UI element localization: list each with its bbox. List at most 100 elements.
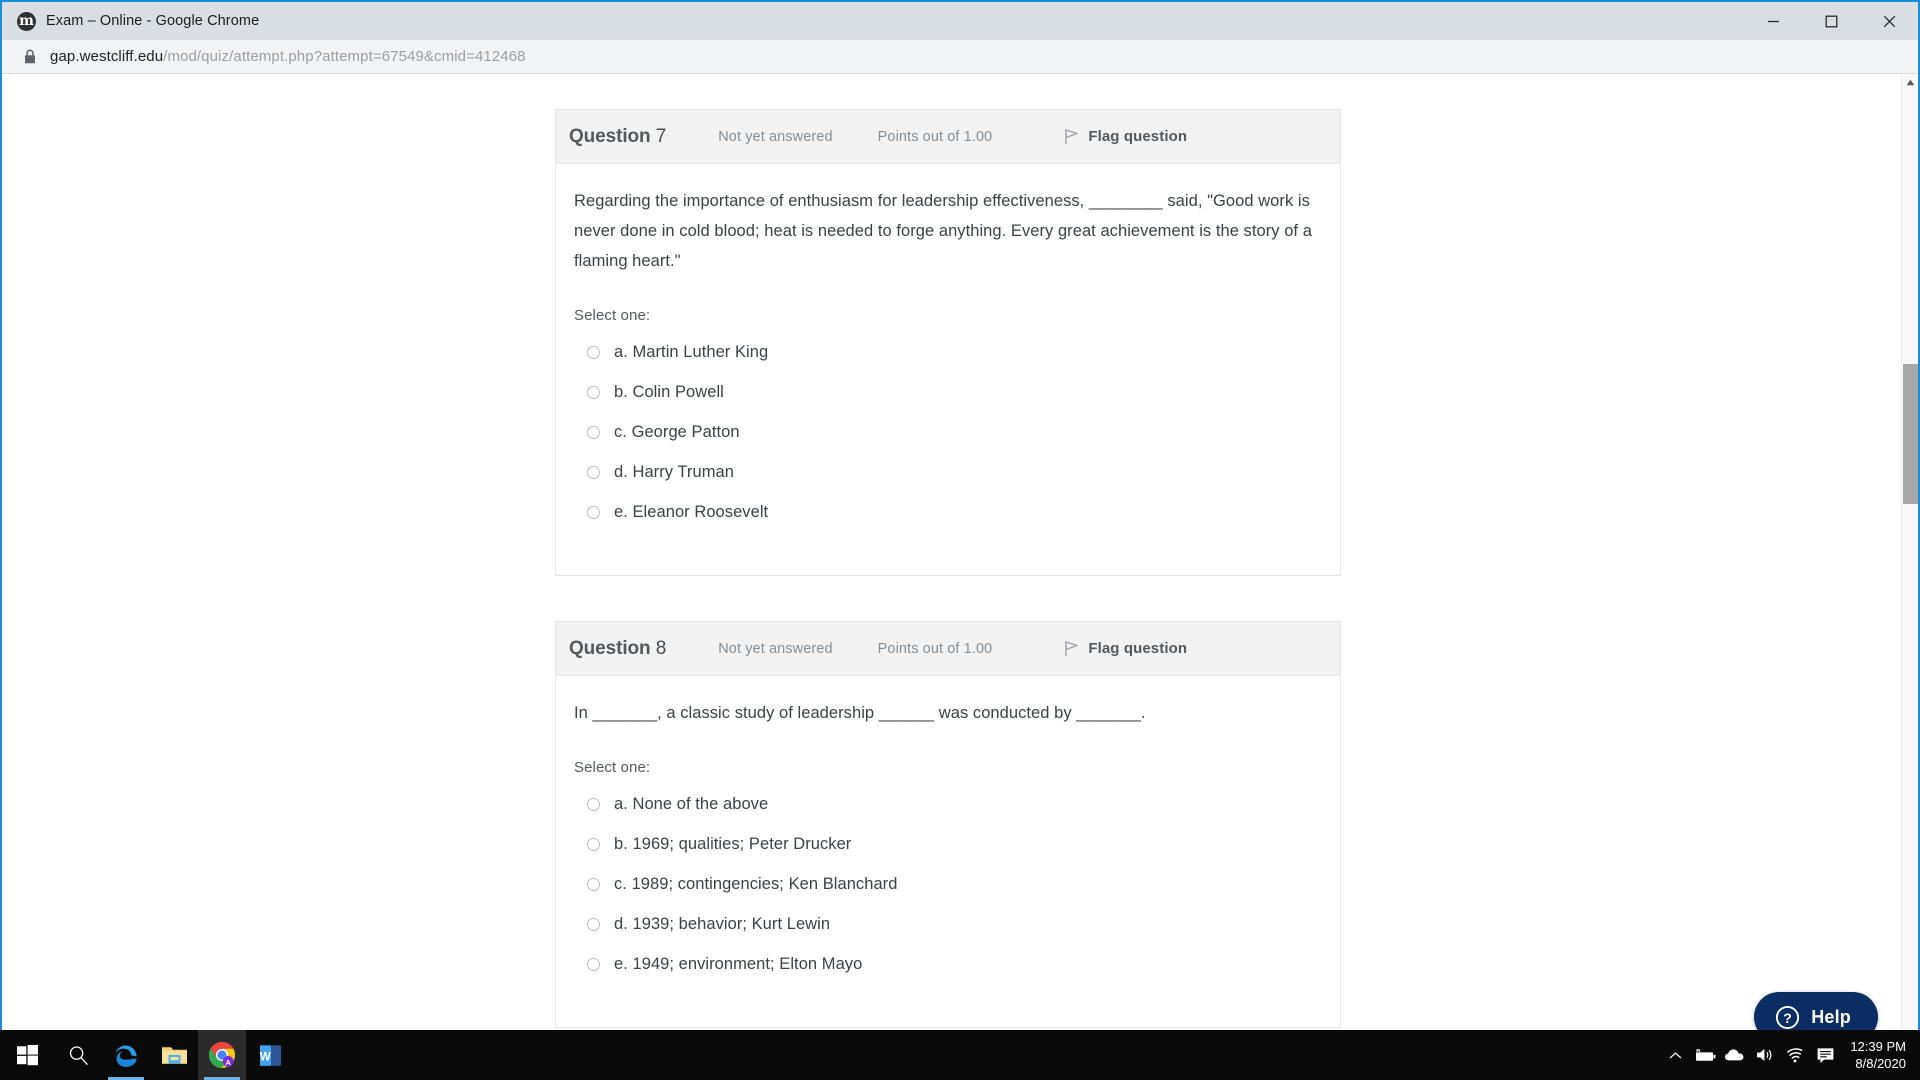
page-viewport: Question 7 Not yet answered Points out o…	[2, 74, 1918, 1080]
question-text: In _______, a classic study of leadershi…	[574, 704, 1146, 722]
flag-question-button[interactable]: Flag question	[1063, 128, 1187, 145]
address-bar[interactable]: gap.westcliff.edu/mod/quiz/attempt.php?a…	[2, 40, 1918, 74]
flag-question-button[interactable]: Flag question	[1063, 640, 1187, 657]
svg-text:W: W	[259, 1051, 270, 1063]
browser-window: m Exam – Online - Google Chrome gap.west…	[0, 0, 1920, 1080]
radio-button[interactable]	[587, 506, 600, 519]
question-text: Regarding the importance of enthusiasm f…	[574, 192, 1312, 270]
close-button[interactable]	[1860, 2, 1918, 40]
scrollbar-thumb[interactable]	[1903, 364, 1918, 504]
question-body: In _______, a classic study of leadershi…	[556, 676, 1340, 1027]
clock-date: 8/8/2020	[1855, 1056, 1906, 1071]
answer-options: a. None of the above b. 1969; qualities;…	[574, 793, 1314, 975]
svg-text:?: ?	[1783, 1010, 1792, 1026]
wifi-icon[interactable]	[1780, 1030, 1810, 1080]
url-text[interactable]: gap.westcliff.edu/mod/quiz/attempt.php?a…	[50, 48, 526, 65]
question-state: Not yet answered	[718, 640, 833, 657]
scroll-up-arrow[interactable]	[1902, 74, 1918, 91]
windows-logo-icon	[16, 1044, 38, 1065]
radio-button[interactable]	[587, 958, 600, 971]
answer-option[interactable]: e. Eleanor Roosevelt	[574, 501, 1314, 523]
question-body: Regarding the importance of enthusiasm f…	[556, 164, 1340, 575]
question-state: Not yet answered	[718, 128, 833, 145]
radio-button[interactable]	[587, 878, 600, 891]
question-header: Question 7 Not yet answered Points out o…	[556, 110, 1340, 164]
lock-icon	[24, 49, 36, 64]
answer-option[interactable]: e. 1949; environment; Elton Mayo	[574, 953, 1314, 975]
minimize-button[interactable]	[1744, 2, 1802, 40]
question-number: Question 8	[569, 637, 667, 659]
answer-option[interactable]: c. 1989; contingencies; Ken Blanchard	[574, 873, 1314, 895]
radio-button[interactable]	[587, 386, 600, 399]
clock-time: 12:39 PM	[1850, 1039, 1906, 1054]
page-content: Question 7 Not yet answered Points out o…	[2, 74, 1901, 1080]
notification-icon[interactable]	[1810, 1030, 1840, 1080]
answer-option-label: a. Martin Luther King	[614, 343, 769, 361]
answer-option[interactable]: d. Harry Truman	[574, 461, 1314, 483]
answer-option-label: c. George Patton	[614, 423, 740, 441]
edge-icon	[115, 1045, 137, 1067]
chevron-up-icon[interactable]	[1660, 1030, 1690, 1080]
folder-icon	[161, 1047, 187, 1064]
select-one-label: Select one:	[574, 307, 651, 324]
radio-button[interactable]	[587, 426, 600, 439]
taskbar-search-button[interactable]	[54, 1030, 102, 1080]
answer-option-label: e. Eleanor Roosevelt	[614, 503, 769, 521]
question-circle-icon: ?	[1776, 1005, 1800, 1029]
help-button-label: Help	[1811, 1006, 1851, 1027]
title-bar: m Exam – Online - Google Chrome	[2, 2, 1918, 40]
answer-options: a. Martin Luther King b. Colin Powell c.…	[574, 341, 1314, 523]
radio-button[interactable]	[587, 466, 600, 479]
windows-taskbar: A W 12:39 PM 8/8/2020	[0, 1030, 1920, 1080]
vertical-scrollbar[interactable]	[1901, 74, 1918, 1080]
answer-option-label: b. Colin Powell	[614, 383, 724, 401]
answer-option[interactable]: a. Martin Luther King	[574, 341, 1314, 363]
url-domain: gap.westcliff.edu	[50, 48, 164, 65]
system-tray: 12:39 PM 8/8/2020	[1660, 1030, 1920, 1080]
answer-option[interactable]: c. George Patton	[574, 421, 1314, 443]
answer-option-label: d. 1939; behavior; Kurt Lewin	[614, 915, 831, 933]
answer-option-label: a. None of the above	[614, 795, 769, 813]
maximize-button[interactable]	[1802, 2, 1860, 40]
window-controls	[1744, 2, 1918, 40]
url-path: /mod/quiz/attempt.php?attempt=67549&cmid…	[163, 48, 526, 65]
radio-button[interactable]	[587, 346, 600, 359]
question-card: Question 7 Not yet answered Points out o…	[555, 109, 1341, 576]
start-button[interactable]	[0, 1030, 54, 1080]
answer-option-label: e. 1949; environment; Elton Mayo	[614, 955, 863, 973]
svg-text:A: A	[225, 1058, 231, 1067]
battery-charging-icon[interactable]	[1690, 1030, 1720, 1080]
question-number: Question 7	[569, 125, 667, 147]
flag-question-label: Flag question	[1088, 128, 1188, 145]
radio-button[interactable]	[587, 838, 600, 851]
speaker-icon[interactable]	[1750, 1030, 1780, 1080]
moodle-m-icon: m	[17, 11, 36, 31]
show-desktop-button[interactable]	[1914, 1030, 1920, 1080]
answer-option-label: b. 1969; qualities; Peter Drucker	[614, 835, 852, 853]
question-header: Question 8 Not yet answered Points out o…	[556, 622, 1340, 676]
taskbar-chrome-button[interactable]: A	[198, 1030, 246, 1080]
radio-button[interactable]	[587, 918, 600, 931]
answer-option[interactable]: b. Colin Powell	[574, 381, 1314, 403]
chrome-icon: A	[209, 1042, 235, 1068]
question-points: Points out of 1.00	[877, 640, 993, 657]
radio-button[interactable]	[587, 798, 600, 811]
question-points: Points out of 1.00	[877, 128, 993, 145]
question-card: Question 8 Not yet answered Points out o…	[555, 621, 1341, 1028]
answer-option-label: c. 1989; contingencies; Ken Blanchard	[614, 875, 898, 893]
taskbar-file-explorer-button[interactable]	[150, 1030, 198, 1080]
answer-option[interactable]: d. 1939; behavior; Kurt Lewin	[574, 913, 1314, 935]
answer-option[interactable]: a. None of the above	[574, 793, 1314, 815]
taskbar-edge-button[interactable]	[102, 1030, 150, 1080]
window-title: Exam – Online - Google Chrome	[46, 13, 260, 29]
select-one-label: Select one:	[574, 759, 651, 776]
taskbar-word-button[interactable]: W	[246, 1030, 294, 1080]
cloud-icon[interactable]	[1720, 1030, 1750, 1080]
answer-option[interactable]: b. 1969; qualities; Peter Drucker	[574, 833, 1314, 855]
flag-icon	[1065, 129, 1078, 144]
word-icon: W	[259, 1044, 281, 1066]
quiz-questions: Question 7 Not yet answered Points out o…	[555, 109, 1341, 1080]
answer-option-label: d. Harry Truman	[614, 463, 734, 481]
search-icon	[69, 1045, 88, 1065]
taskbar-clock[interactable]: 12:39 PM 8/8/2020	[1850, 1038, 1906, 1072]
